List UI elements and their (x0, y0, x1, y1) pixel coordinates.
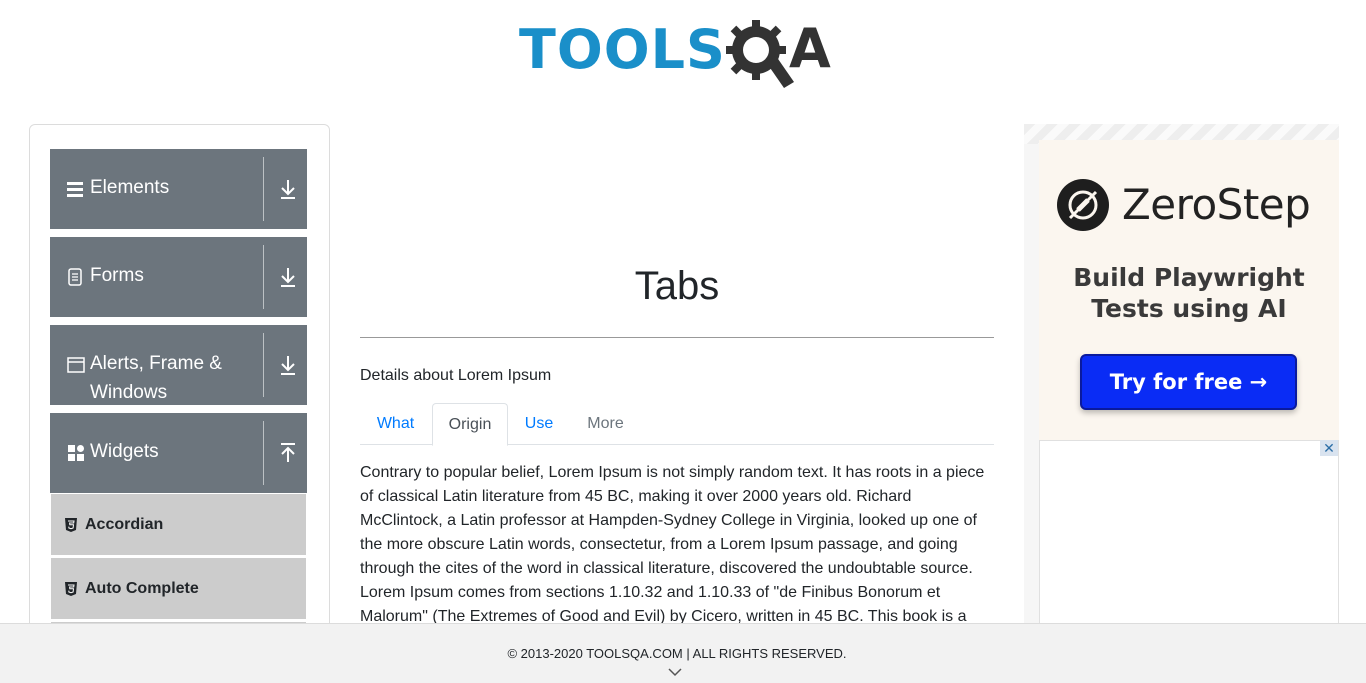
download-arrow-icon[interactable] (278, 265, 298, 289)
page-title: Tabs (634, 264, 720, 308)
html5-icon (65, 582, 77, 596)
close-icon[interactable]: ✕ (1320, 440, 1338, 456)
download-arrow-icon[interactable] (278, 353, 298, 377)
widgets-grid-icon (68, 445, 84, 461)
tab-origin[interactable]: Origin (432, 403, 508, 446)
hamburger-icon (67, 182, 83, 197)
left-sidebar: Elements Forms Alerts, Frame & Windows W… (29, 124, 330, 683)
footer: © 2013-2020 TOOLSQA.COM | ALL RIGHTS RES… (0, 623, 1366, 683)
ad-sidebar: ZeroStep Build Playwright Tests using AI… (1024, 124, 1339, 624)
document-icon (68, 268, 82, 286)
page: TOOLS A Elements Forms Alerts, Frame & W… (0, 0, 1366, 683)
ad-slot-lower (1039, 596, 1339, 624)
chevron-down-icon[interactable] (668, 668, 682, 677)
tab-what[interactable]: What (360, 403, 431, 445)
sidebar-item-auto-complete[interactable]: Auto Complete (51, 558, 306, 620)
sidebar-group-label: Widgets (90, 441, 159, 462)
sidebar-group-elements[interactable]: Elements (50, 149, 307, 229)
ad-slot (1039, 440, 1339, 597)
window-icon (67, 357, 85, 373)
upload-arrow-icon[interactable] (278, 441, 298, 465)
sidebar-group-label: Elements (90, 177, 170, 198)
zerostep-ad[interactable]: ZeroStep Build Playwright Tests using AI… (1039, 140, 1339, 440)
divider (263, 333, 264, 397)
sidebar-group-label: Forms (90, 265, 144, 286)
download-arrow-icon[interactable] (278, 177, 298, 201)
gear-q-icon (726, 20, 794, 88)
ad-headline: Build Playwright Tests using AI (1073, 263, 1305, 323)
copyright-text: © 2013-2020 TOOLSQA.COM | ALL RIGHTS RES… (507, 646, 847, 661)
title-divider (360, 337, 994, 338)
tab-bar: What Origin Use More (360, 403, 994, 446)
divider (263, 245, 264, 309)
sidebar-item-label: Auto Complete (85, 580, 199, 597)
ad-brand-name: ZeroStep (1122, 180, 1311, 229)
details-text: Details about Lorem Ipsum (360, 367, 552, 384)
divider (263, 157, 264, 221)
sidebar-group-widgets[interactable]: Widgets (50, 413, 307, 493)
sidebar-item-label: Accordian (85, 516, 164, 533)
html5-icon (65, 518, 77, 532)
sidebar-group-label-line1: Alerts, Frame & (90, 353, 222, 374)
main-content: Tabs Details about Lorem Ipsum What Orig… (360, 124, 994, 625)
zerostep-logo-icon (1057, 179, 1109, 231)
sidebar-group-alerts-frame-windows[interactable]: Alerts, Frame & Windows (50, 325, 307, 405)
header: TOOLS A (0, 0, 1366, 100)
divider (263, 421, 264, 485)
tab-more: More (587, 415, 624, 432)
sidebar-group-label-line2: Windows (90, 382, 168, 403)
sidebar-item-accordian[interactable]: Accordian (51, 494, 306, 556)
tab-content-text: Contrary to popular belief, Lorem Ipsum … (360, 464, 985, 625)
logo-text-tools: TOOLS (519, 18, 726, 81)
sidebar-group-forms[interactable]: Forms (50, 237, 307, 317)
toolsqa-logo[interactable]: TOOLS A (519, 14, 841, 92)
tab-use[interactable]: Use (510, 403, 568, 445)
logo-text-a: A (789, 17, 831, 80)
try-for-free-button[interactable]: Try for free → (1080, 354, 1297, 410)
